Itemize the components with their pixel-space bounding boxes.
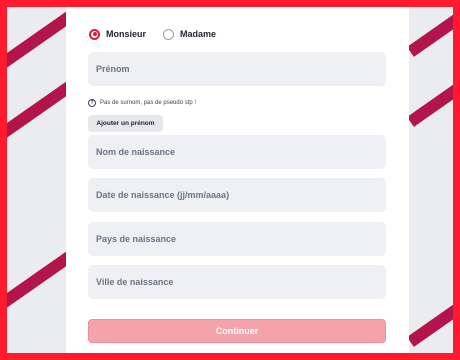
nom-naissance-input[interactable]: Nom de naissance bbox=[88, 135, 386, 169]
pays-naissance-input[interactable]: Pays de naissance bbox=[88, 222, 386, 256]
nom-naissance-placeholder: Nom de naissance bbox=[96, 147, 176, 157]
hint-text: Pas de surnom, pas de pseudo stp ! bbox=[100, 100, 197, 106]
radio-monsieur[interactable]: Monsieur bbox=[89, 28, 147, 40]
radio-madame-label: Madame bbox=[180, 29, 217, 39]
ville-naissance-placeholder: Ville de naissance bbox=[96, 277, 174, 287]
decorative-stripe bbox=[407, 7, 453, 57]
page-background: Monsieur Madame Prénom ? Pas de surnom, … bbox=[7, 7, 453, 353]
radio-monsieur-label: Monsieur bbox=[106, 29, 147, 39]
identity-form-card: Monsieur Madame Prénom ? Pas de surnom, … bbox=[66, 7, 409, 353]
firstname-hint: ? Pas de surnom, pas de pseudo stp ! bbox=[88, 97, 196, 109]
ville-naissance-input[interactable]: Ville de naissance bbox=[88, 265, 386, 299]
radio-checked-icon bbox=[89, 28, 100, 40]
prenom-placeholder: Prénom bbox=[96, 64, 130, 74]
date-naissance-placeholder: Date de naissance (jj/mm/aaaa) bbox=[96, 190, 230, 200]
radio-madame[interactable]: Madame bbox=[163, 28, 217, 40]
add-firstname-button[interactable]: Ajouter un prénom bbox=[88, 115, 163, 132]
decorative-stripe bbox=[407, 245, 453, 347]
date-naissance-input[interactable]: Date de naissance (jj/mm/aaaa) bbox=[88, 178, 386, 212]
pays-naissance-placeholder: Pays de naissance bbox=[96, 234, 177, 244]
continue-button[interactable]: Continuer bbox=[88, 319, 386, 343]
prenom-input[interactable]: Prénom bbox=[88, 52, 386, 86]
question-icon: ? bbox=[88, 99, 96, 107]
civility-radio-group: Monsieur Madame bbox=[89, 27, 216, 41]
radio-unchecked-icon bbox=[163, 28, 175, 40]
